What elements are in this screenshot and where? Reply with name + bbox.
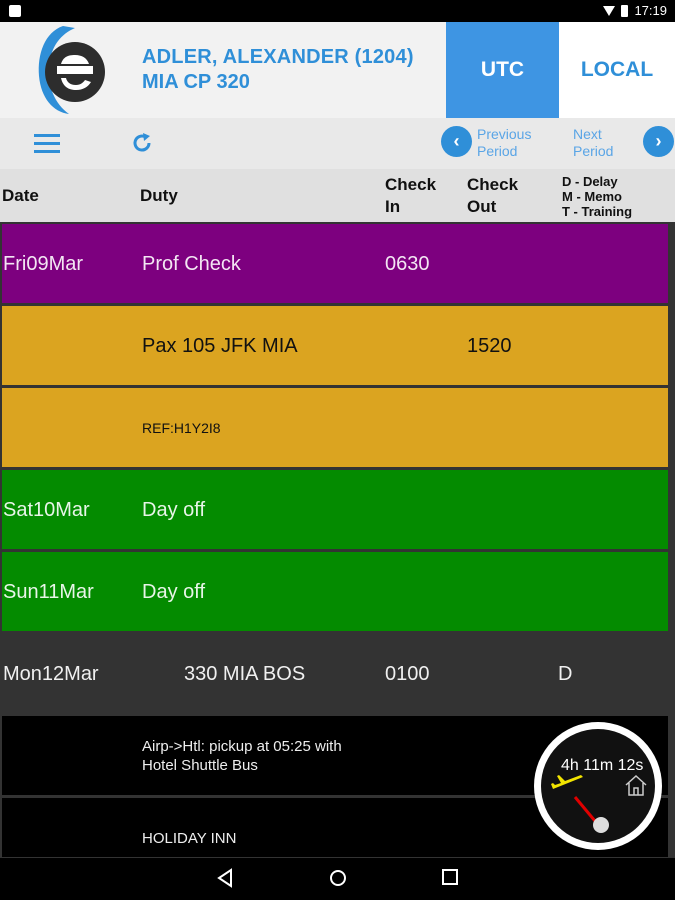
airplane-icon: [551, 775, 583, 789]
flag-legend: D - Delay M - Memo T - Training: [562, 174, 633, 219]
home-nav-icon[interactable]: [328, 868, 348, 888]
utc-button[interactable]: UTC: [446, 22, 559, 118]
menu-icon[interactable]: [34, 134, 60, 153]
row-date: Sun11Mar: [3, 580, 94, 603]
local-button[interactable]: LOCAL: [559, 22, 675, 118]
chevron-right-icon: ›: [655, 131, 662, 151]
row-check-out: 1520: [467, 334, 512, 357]
row-check-in: 0630: [385, 252, 430, 275]
row-date: Mon12Mar: [3, 662, 99, 685]
next-period-button[interactable]: ›: [643, 126, 674, 157]
previous-period-label[interactable]: Previous Period: [477, 126, 531, 160]
home-icon: [625, 774, 647, 796]
row-duty: 330 MIA BOS: [184, 662, 306, 685]
wifi-icon: [603, 5, 616, 16]
row-date: Fri09Mar: [3, 252, 84, 275]
duty-row-reference[interactable]: REF:H1Y2I8: [2, 388, 668, 468]
row-duty: Prof Check: [142, 252, 241, 275]
chevron-left-icon: ‹: [441, 126, 472, 157]
row-duty: Day off: [142, 498, 205, 521]
status-clock: 17:19: [634, 3, 667, 18]
duty-row-training[interactable]: Fri09Mar Prof Check 0630: [2, 224, 668, 304]
recents-icon[interactable]: [441, 868, 459, 886]
toolbar: ‹ Previous Period Next Period: [0, 118, 675, 169]
system-nav-bar: [0, 858, 675, 900]
duty-row-day-off[interactable]: Sat10Mar Day off: [2, 470, 668, 550]
refresh-icon[interactable]: [130, 131, 154, 155]
row-check-in: 0100: [385, 662, 430, 685]
row-duty: Day off: [142, 580, 205, 603]
column-headers: Date Duty Check In Check Out D - Delay M -…: [0, 169, 675, 222]
row-date: Sat10Mar: [3, 498, 90, 521]
notification-icon: [9, 5, 21, 17]
countdown-widget[interactable]: 4h 11m 12s: [534, 722, 662, 850]
row-duty: Airp->Htl: pickup at 05:25 with Hotel Sh…: [142, 738, 342, 774]
duty-row-day-off[interactable]: Sun11Mar Day off: [2, 552, 668, 632]
duty-row-deadhead[interactable]: Pax 105 JFK MIA 1520: [2, 306, 668, 386]
crew-name: ADLER, ALEXANDER (1204): [142, 46, 414, 68]
back-icon[interactable]: [216, 868, 236, 888]
row-flag: D: [558, 662, 573, 685]
next-period-label[interactable]: Next Period: [573, 126, 613, 160]
app-header: ADLER, ALEXANDER (1204) MIA CP 320 UTC L…: [0, 22, 675, 118]
battery-icon: [621, 4, 629, 17]
row-duty: REF:H1Y2I8: [142, 420, 221, 436]
header-date: Date: [2, 186, 39, 205]
header-check-out: Check Out: [467, 175, 519, 216]
app-logo: [38, 26, 105, 114]
header-duty: Duty: [140, 186, 178, 205]
previous-period-button[interactable]: ‹: [441, 126, 472, 157]
status-bar: 17:19: [0, 0, 675, 22]
row-duty: Pax 105 JFK MIA: [142, 334, 298, 357]
crew-base: MIA CP 320: [142, 71, 250, 93]
header-check-in: Check In: [385, 175, 437, 216]
needle-icon: [573, 796, 609, 833]
duty-row-flight[interactable]: Mon12Mar 330 MIA BOS 0100 D: [0, 634, 675, 714]
